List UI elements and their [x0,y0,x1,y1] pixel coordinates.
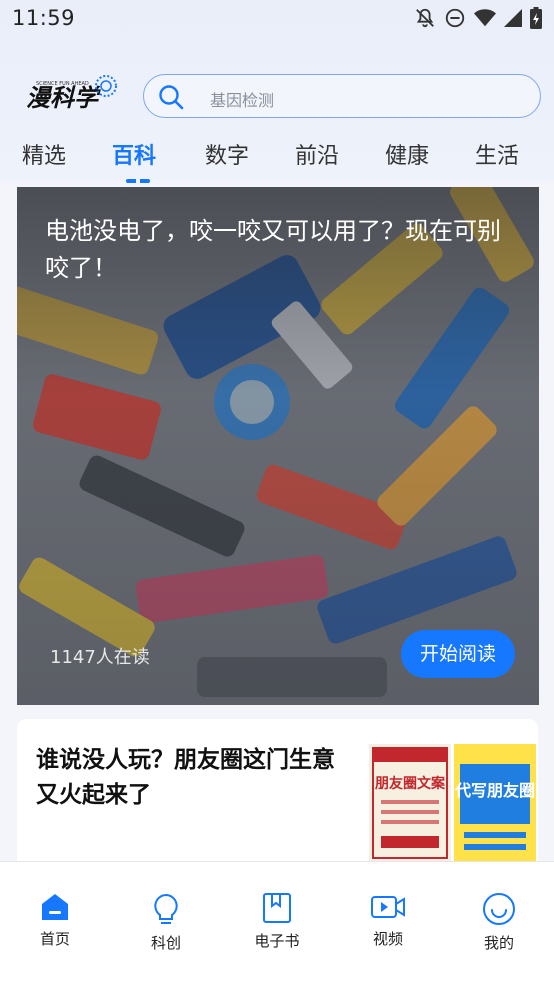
nav-home[interactable]: 首页 [10,892,100,949]
logo-subtext: SCIENCE FUN AHEAD [36,81,89,87]
tab-life[interactable]: 生活 [475,138,519,170]
article-thumbnail-1: 朋友圈文案 [369,744,451,862]
nav-label-innovation: 科创 [150,934,181,952]
tab-frontier[interactable]: 前沿 [295,138,339,170]
status-time: 11:59 [12,6,76,30]
bottom-navigation: 首页 科创 电子书 视频 我的 [0,861,554,985]
thumbnail-1-text: 朋友圈文案 [374,775,446,792]
lightbulb-icon [154,893,178,924]
article-title: 谁说没人玩？朋友圈这门生意又火起来了 [36,747,335,808]
nav-ebook[interactable]: 电子书 [232,892,322,951]
start-reading-button[interactable]: 开始阅读 [401,630,515,678]
tab-encyclopedia[interactable]: 百科 [112,138,156,170]
nav-label-profile: 我的 [483,934,514,952]
tab-health[interactable]: 健康 [385,138,429,170]
article-thumbnail-2: 代写朋友圈 [454,744,536,862]
category-tabs: 精选 百科 数字 前沿 健康 生活 [0,132,554,186]
featured-article-title: 电池没电了，咬一咬又可以用了？现在可别咬了！ [45,217,501,282]
nav-label-video: 视频 [372,930,403,948]
app-screen: 11:59 漫科学 SCIENCE FUN AHEAD 基因检测 精选 百科 数… [0,0,554,985]
wifi-icon [474,9,496,27]
nav-video[interactable]: 视频 [343,892,433,949]
search-placeholder: 基因检测 [210,91,275,110]
search-input[interactable]: 基因检测 [143,74,541,118]
tab-digital[interactable]: 数字 [205,138,249,170]
battery-icon [530,7,542,29]
nav-innovation[interactable]: 科创 [121,892,211,953]
logo-text: 漫科学 [26,84,101,112]
reader-count: 1147人在读 [50,647,150,668]
active-tab-indicator [126,179,150,183]
bell-off-icon [416,8,434,28]
app-logo: 漫科学 SCIENCE FUN AHEAD [22,70,122,114]
status-icons [414,7,542,29]
home-icon [42,894,68,920]
thumbnail-2-text: 代写朋友圈 [454,781,535,800]
status-bar: 11:59 [0,0,554,40]
profile-icon [483,893,515,925]
book-icon [263,893,291,923]
article-card[interactable]: 谁说没人玩？朋友圈这门生意又火起来了 朋友圈文案 代写朋友圈 [17,719,538,879]
search-icon [159,85,184,110]
signal-icon [504,9,522,27]
do-not-disturb-icon [445,8,465,28]
nav-label-home: 首页 [39,930,70,948]
nav-label-ebook: 电子书 [254,932,300,950]
featured-article-card[interactable]: 电池没电了，咬一咬又可以用了？现在可别咬了！ 1147人在读 开始阅读 [17,187,539,705]
video-icon [371,896,405,918]
nav-profile[interactable]: 我的 [454,892,544,953]
tab-featured[interactable]: 精选 [22,138,66,170]
